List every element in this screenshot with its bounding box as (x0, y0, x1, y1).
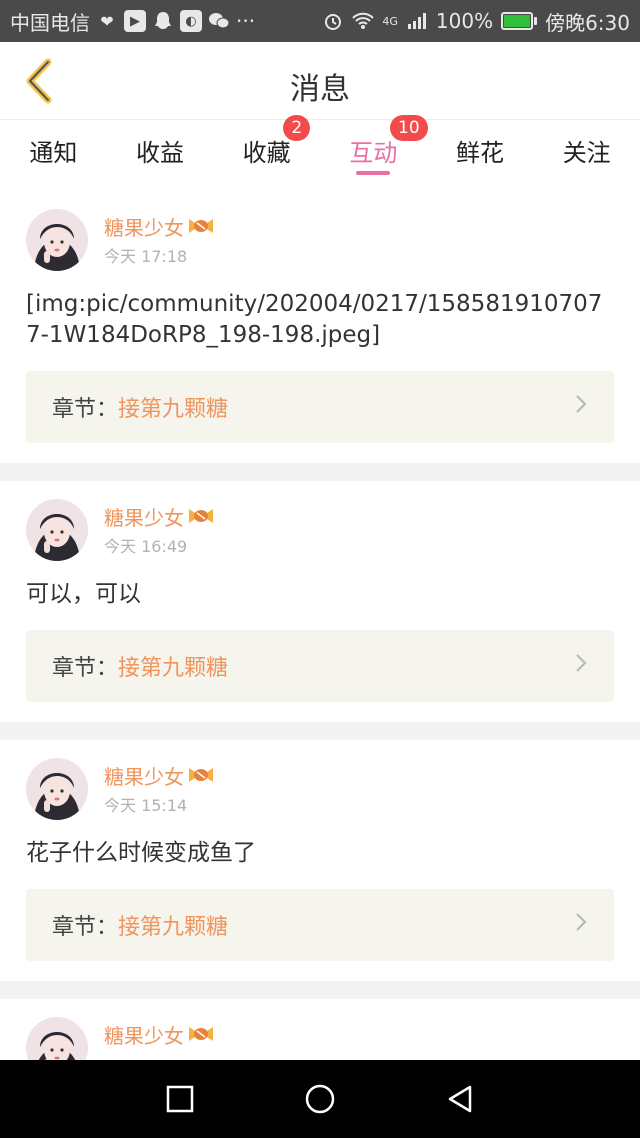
wechat-icon (208, 10, 230, 32)
network-type: 4G (382, 14, 398, 28)
message-card: 糖果少女 (0, 999, 640, 1061)
home-button[interactable] (300, 1079, 340, 1119)
chapter-link[interactable]: 章节： 接第九颗糖 (26, 889, 614, 961)
chapter-label: 章节： (52, 656, 119, 681)
tab-favorites[interactable]: 收藏 2 (213, 115, 320, 191)
chapter-name: 接第九颗糖 (118, 915, 229, 940)
tab-flowers[interactable]: 鲜花 (427, 121, 534, 191)
qq-icon (152, 10, 174, 32)
tab-following[interactable]: 关注 (533, 121, 640, 191)
avatar[interactable] (26, 758, 88, 820)
username[interactable]: 糖果少女 (104, 758, 216, 792)
chapter-name: 接第九颗糖 (118, 397, 229, 422)
chapter-name: 接第九颗糖 (118, 656, 229, 681)
message-card: 糖果少女 今天 15:14 花子什么时候变成鱼了 章节： 接第九颗糖 (0, 740, 640, 981)
back-nav-button[interactable] (440, 1079, 480, 1119)
message-time: 今天 16:49 (104, 537, 188, 556)
tab-label: 收藏 (242, 139, 291, 167)
carrier-label: 中国电信 (10, 10, 90, 35)
wifi-icon (352, 10, 375, 32)
message-list[interactable]: 糖果少女 今天 17:18 [img:pic/community/202004/… (0, 191, 640, 1061)
message-time: 今天 17:18 (104, 247, 188, 266)
chapter-label: 章节： (52, 915, 119, 940)
more-notifications-icon: ··· (236, 9, 256, 33)
message-card: 糖果少女 今天 16:49 可以，可以 章节： 接第九颗糖 (0, 481, 640, 722)
message-content: 花子什么时候变成鱼了 (26, 840, 256, 866)
browser-app-icon: ◐ (180, 10, 202, 32)
avatar[interactable] (26, 209, 88, 271)
message-content: [img:pic/community/202004/0217/158581910… (26, 291, 603, 348)
candy-icon (186, 764, 216, 786)
username[interactable]: 糖果少女 (104, 499, 216, 533)
chapter-label: 章节： (52, 397, 119, 422)
candy-icon (186, 505, 216, 527)
system-nav-bar (0, 1060, 640, 1138)
message-time: 今天 15:14 (104, 796, 188, 815)
chapter-link[interactable]: 章节： 接第九颗糖 (26, 630, 614, 702)
tab-label: 鲜花 (456, 139, 505, 167)
battery-icon (501, 12, 538, 30)
health-heart-icon: ❤ (100, 11, 114, 31)
avatar[interactable] (26, 499, 88, 561)
status-bar: 中国电信 ❤ ▶ ◐ ··· 4G 100% 傍晚6:30 (0, 0, 640, 42)
unread-badge: 10 (390, 115, 428, 141)
tab-earnings[interactable]: 收益 (107, 121, 214, 191)
battery-percent: 100% (435, 9, 494, 33)
chevron-right-icon (574, 911, 588, 939)
candy-icon (186, 1023, 216, 1045)
tab-bar: 通知 收益 收藏 2 互动 10 鲜花 关注 (0, 115, 640, 191)
triangle-back-icon (448, 1085, 472, 1113)
tab-label: 互动 (349, 139, 398, 167)
username[interactable]: 糖果少女 (104, 209, 216, 243)
signal-icon (406, 10, 428, 32)
unread-badge: 2 (283, 115, 311, 141)
circle-icon (305, 1084, 335, 1114)
page-title: 消息 (290, 72, 350, 107)
tab-label: 收益 (136, 139, 184, 167)
tab-label: 关注 (562, 139, 611, 167)
alarm-icon (322, 10, 344, 32)
username[interactable]: 糖果少女 (104, 1017, 216, 1051)
tab-notice[interactable]: 通知 (0, 121, 107, 191)
chevron-right-icon (574, 393, 588, 421)
tab-interaction[interactable]: 互动 10 (320, 115, 428, 191)
avatar[interactable] (26, 1017, 88, 1061)
active-tab-indicator (356, 171, 391, 175)
message-card: 糖果少女 今天 17:18 [img:pic/community/202004/… (0, 191, 640, 463)
square-icon (166, 1085, 194, 1113)
candy-icon (186, 215, 216, 237)
message-content: 可以，可以 (26, 581, 141, 607)
clock: 傍晚6:30 (545, 10, 630, 35)
tab-label: 通知 (29, 139, 78, 167)
chapter-link[interactable]: 章节： 接第九颗糖 (26, 371, 614, 443)
top-header: 消息 (0, 42, 640, 120)
video-app-icon: ▶ (124, 10, 146, 32)
recents-button[interactable] (160, 1079, 200, 1119)
chevron-right-icon (574, 652, 588, 680)
